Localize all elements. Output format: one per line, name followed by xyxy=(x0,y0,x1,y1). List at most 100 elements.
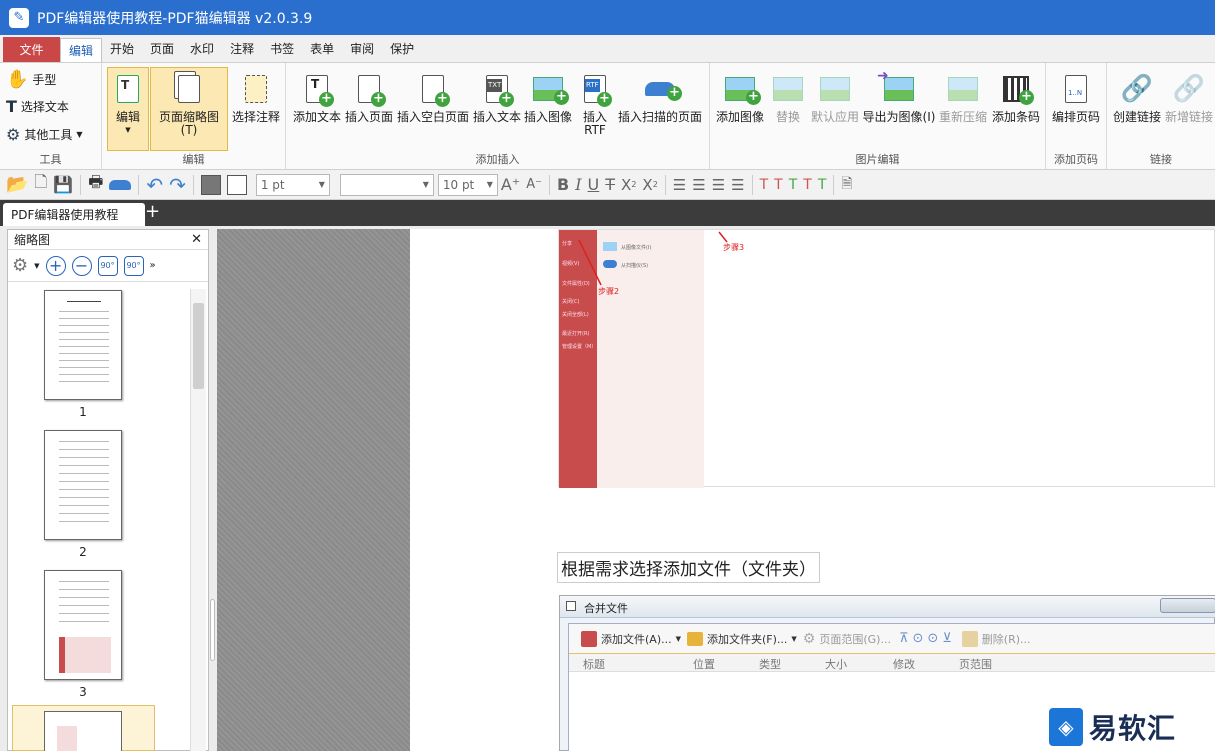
strikethrough-icon[interactable]: T xyxy=(605,174,615,196)
text-style-icon-1[interactable]: T xyxy=(760,174,769,196)
tab-form[interactable]: 表单 xyxy=(302,35,342,62)
thumbnail-panel-title: 缩略图 xyxy=(14,233,51,247)
splitter-handle[interactable] xyxy=(210,599,215,661)
thumb-line xyxy=(59,465,109,466)
other-tools-dropdown[interactable]: ⚙ 其他工具 ▼ xyxy=(6,125,83,144)
insert-image-button[interactable]: + 插入图像 xyxy=(523,71,573,124)
add-text-button[interactable]: T + 添加文本 xyxy=(291,71,343,124)
new-document-icon[interactable]: 🗋 xyxy=(34,172,47,196)
stroke-color-swatch[interactable] xyxy=(226,174,247,195)
pages-stack-icon xyxy=(172,71,206,107)
fill-color-swatch[interactable] xyxy=(200,174,221,195)
subscript-icon[interactable]: X2 xyxy=(621,174,636,196)
thumb-line xyxy=(59,311,109,312)
add-barcode-button[interactable]: + 添加条码 xyxy=(990,71,1042,124)
redo-icon[interactable]: ↷ xyxy=(169,173,186,197)
thumb-screenshot xyxy=(57,726,77,751)
rotate-right-icon[interactable]: 90° xyxy=(123,255,144,276)
tab-watermark[interactable]: 水印 xyxy=(182,35,222,62)
add-link-button[interactable]: 🔗 新增链接 xyxy=(1164,71,1214,124)
thumb-line xyxy=(59,318,109,319)
insert-scanned-page-button[interactable]: + 插入扫描的页面 xyxy=(616,71,704,124)
select-text-tool[interactable]: T 选择文本 xyxy=(6,97,69,116)
text-style-icon-5[interactable]: T xyxy=(818,174,827,196)
tab-page[interactable]: 页面 xyxy=(142,35,182,62)
thumbnail-page-2[interactable] xyxy=(44,430,122,540)
align-center-icon[interactable]: ☰ xyxy=(692,174,705,196)
tab-edit[interactable]: 编辑 xyxy=(60,38,103,62)
text-style-icon-3[interactable]: T xyxy=(789,174,798,196)
title-bar: ✎ PDF编辑器使用教程-PDF猫编辑器 v2.0.3.9 xyxy=(0,0,1215,35)
decrease-font-icon[interactable]: A⁻ xyxy=(526,174,542,196)
underline-icon[interactable]: U xyxy=(588,174,600,196)
text-style-icon-4[interactable]: T xyxy=(803,174,812,196)
text-style-icon-2[interactable]: T xyxy=(774,174,783,196)
open-folder-icon[interactable]: 📂 xyxy=(6,174,28,196)
add-barcode-label: 添加条码 xyxy=(991,110,1040,124)
thumbnail-page-3[interactable] xyxy=(44,570,122,680)
font-size-select[interactable]: 10 pt ▼ xyxy=(437,173,498,196)
zoom-out-icon[interactable]: − xyxy=(71,255,92,276)
replace-button[interactable]: 替换 xyxy=(768,71,808,124)
tab-protect[interactable]: 保护 xyxy=(382,35,422,62)
print-icon[interactable]: 🖶 xyxy=(88,172,103,196)
insert-blank-page-button[interactable]: + 插入空白页面 xyxy=(395,71,471,124)
gear-icon[interactable]: ⚙ xyxy=(12,255,28,276)
viewer-background xyxy=(217,229,410,751)
document-settings-icon[interactable]: 🗎 xyxy=(841,174,852,196)
align-right-icon[interactable]: ☰ xyxy=(712,174,725,196)
recompress-button[interactable]: 重新压缩 xyxy=(937,71,989,124)
page-thumbnail-label: 页面缩略图(T) xyxy=(158,110,219,137)
hand-tool[interactable]: ✋ 手型 xyxy=(6,69,56,90)
insert-page-button[interactable]: + 插入页面 xyxy=(344,71,394,124)
add-image-button[interactable]: + 添加图像 xyxy=(714,71,766,124)
panel-splitter[interactable] xyxy=(209,229,217,751)
insert-text-button[interactable]: TXT + 插入文本 xyxy=(472,71,522,124)
font-family-select[interactable]: ▼ xyxy=(339,173,434,196)
create-link-button[interactable]: 🔗 创建链接 xyxy=(1111,71,1163,124)
tab-bookmark[interactable]: 书签 xyxy=(262,35,302,62)
thumbnail-scrollbar[interactable] xyxy=(190,289,206,751)
thumb-line xyxy=(59,381,109,382)
page-thumbnail-button[interactable]: 页面缩略图(T) xyxy=(150,67,228,151)
scan-icon[interactable] xyxy=(109,179,132,190)
document-tab-bar xyxy=(0,200,1215,226)
italic-icon[interactable]: I xyxy=(575,174,581,196)
tab-annotation[interactable]: 注释 xyxy=(222,35,262,62)
thumb-line xyxy=(59,521,109,522)
save-icon[interactable]: 💾 xyxy=(53,174,73,196)
bold-icon[interactable]: B xyxy=(557,174,569,196)
thumbnail-page-4-selected[interactable] xyxy=(12,705,155,751)
pdf-file-icon xyxy=(581,630,597,647)
superscript-icon[interactable]: X2 xyxy=(642,174,657,196)
thumbnail-page-1[interactable] xyxy=(44,290,122,400)
insert-rtf-button[interactable]: RTF + 插入 RTF xyxy=(575,71,615,137)
edit-button[interactable]: T 编辑 ▼ xyxy=(107,67,149,151)
rotate-left-icon[interactable]: 90° xyxy=(97,255,118,276)
align-justify-icon[interactable]: ☰ xyxy=(731,174,744,196)
line-width-select[interactable]: 1 pt ▼ xyxy=(255,173,330,196)
chevron-down-icon[interactable]: ▼ xyxy=(34,262,39,270)
scrollbar-thumb[interactable] xyxy=(193,303,204,389)
document-tab[interactable]: PDF编辑器使用教程 xyxy=(3,203,145,226)
undo-icon[interactable]: ↶ xyxy=(146,173,163,197)
thumb-line xyxy=(59,374,109,375)
export-as-image-button[interactable]: ➜ 导出为图像(I) xyxy=(862,69,936,124)
zoom-in-icon[interactable]: + xyxy=(45,255,66,276)
close-icon[interactable]: ✕ xyxy=(191,232,202,247)
insert-scanned-page-label: 插入扫描的页面 xyxy=(617,110,702,124)
tab-review[interactable]: 审阅 xyxy=(342,35,382,62)
new-tab-plus-icon[interactable]: + xyxy=(145,203,160,222)
merge-add-folder: 添加文件夹(F)... xyxy=(707,632,788,646)
tab-start[interactable]: 开始 xyxy=(102,35,142,62)
chevron-down-icon: ▼ xyxy=(486,180,493,189)
document-viewer[interactable]: 分享 视频(V) 文件属性(D) 关闭(C) 关闭全部(L) 最近打开(R) 管… xyxy=(217,229,1215,751)
layout-pagenum-button[interactable]: 1..N 编排页码 xyxy=(1050,71,1102,124)
expand-more-icon[interactable]: » xyxy=(150,260,156,271)
default-apply-button[interactable]: 默认应用 xyxy=(809,71,861,124)
increase-font-icon[interactable]: A⁺ xyxy=(501,174,520,196)
select-annotation-button[interactable]: 选择注释 xyxy=(230,71,282,124)
align-left-icon[interactable]: ☰ xyxy=(673,174,686,196)
select-annotation-icon xyxy=(239,71,273,107)
file-menu-button[interactable]: 文件 xyxy=(3,37,60,62)
